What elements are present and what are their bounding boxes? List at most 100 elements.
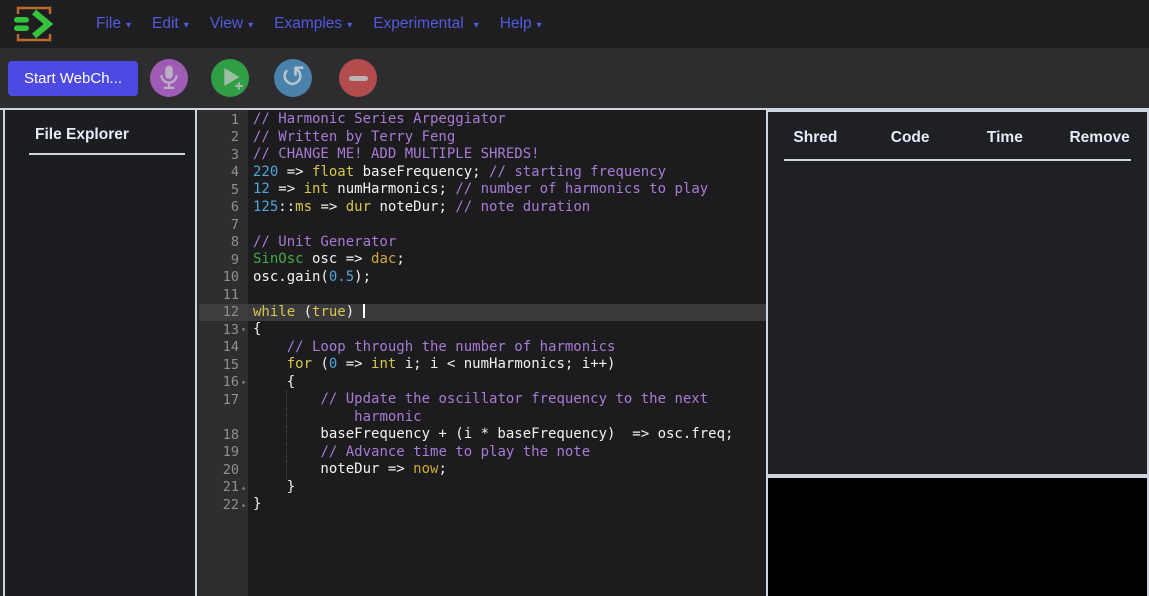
fold-toggle-icon[interactable]: ▴: [239, 483, 248, 492]
line-number: 9: [199, 251, 248, 269]
fold-toggle-icon[interactable]: ▾: [239, 325, 248, 334]
line-number: 4: [199, 164, 248, 182]
play-add-shred-icon: [213, 60, 247, 97]
code-line[interactable]: SinOsc osc => dac;: [248, 251, 766, 269]
code-line[interactable]: noteDur => now;: [248, 461, 766, 479]
menu-items: File▾Edit▾View▾Examples▾Experimental▾Hel…: [75, 15, 542, 33]
fold-toggle-icon[interactable]: ▾: [239, 378, 248, 387]
menu-item-experimental[interactable]: Experimental ▾: [373, 15, 479, 33]
remove-shred-icon: [349, 76, 368, 81]
shred-column-header-time: Time: [958, 129, 1053, 147]
shred-column-header-shred: Shred: [768, 129, 863, 147]
line-number: 11: [199, 286, 248, 304]
line-number: 6: [199, 199, 248, 217]
chevron-down-icon: ▾: [537, 20, 542, 31]
line-number: 14: [199, 339, 248, 357]
code-line[interactable]: // Update the oscillator frequency to th…: [248, 391, 766, 409]
chevron-down-icon: ▾: [184, 20, 189, 31]
code-line[interactable]: [248, 286, 766, 304]
file-explorer-title: File Explorer: [5, 110, 195, 144]
indent-guide: [286, 391, 287, 409]
remove-shred-button[interactable]: [339, 59, 377, 97]
code-line[interactable]: for (0 => int i; i < numHarmonics; i++): [248, 356, 766, 374]
line-number: 1: [199, 111, 248, 129]
menu-item-label: Edit: [152, 15, 179, 33]
microphone-icon: [152, 60, 186, 97]
code-line[interactable]: 12 => int numHarmonics; // number of har…: [248, 181, 766, 199]
menu-item-edit[interactable]: Edit ▾: [152, 15, 189, 33]
file-explorer-panel[interactable]: File Explorer: [3, 110, 197, 596]
code-line[interactable]: // Unit Generator: [248, 234, 766, 252]
indent-guide: [286, 426, 287, 444]
code-line[interactable]: {: [248, 374, 766, 392]
indent-guide: [286, 444, 287, 462]
line-number: 16▾: [199, 374, 248, 392]
main-area: File Explorer 12345678910111213▾141516▾1…: [0, 108, 1149, 596]
editor-gutter: 12345678910111213▾141516▾1718192021▴22▴: [199, 110, 248, 596]
shred-table-divider: [784, 159, 1131, 161]
microphone-button[interactable]: [150, 59, 188, 97]
menu-item-label: Help: [500, 15, 532, 33]
menu-item-view[interactable]: View▾: [210, 15, 253, 33]
code-line[interactable]: harmonic: [248, 409, 766, 427]
code-line[interactable]: baseFrequency + (i * baseFrequency) => o…: [248, 426, 766, 444]
replace-shred-button[interactable]: ↺: [274, 59, 312, 97]
replace-shred-icon: ↺: [280, 63, 305, 93]
line-number: 19: [199, 444, 248, 462]
shred-column-header-remove: Remove: [1052, 129, 1147, 147]
code-line[interactable]: }: [248, 496, 766, 514]
menu-item-help[interactable]: Help ▾: [500, 15, 542, 33]
code-line[interactable]: 220 => float baseFrequency; // starting …: [248, 164, 766, 182]
line-number: 10: [199, 269, 248, 287]
line-number: 18: [199, 426, 248, 444]
play-add-shred-button[interactable]: [211, 59, 249, 97]
code-line[interactable]: }: [248, 479, 766, 497]
line-number: 17: [199, 391, 248, 409]
console-output-panel[interactable]: [766, 476, 1149, 596]
menu-item-file[interactable]: File ▾: [96, 15, 131, 33]
shred-column-header-code: Code: [863, 129, 958, 147]
chevron-down-icon: ▾: [126, 20, 131, 31]
chevron-down-icon: ▾: [347, 20, 352, 31]
file-explorer-divider: [29, 153, 185, 155]
code-line[interactable]: // Written by Terry Feng: [248, 129, 766, 147]
line-number: 2: [199, 129, 248, 147]
menu-item-label: View: [210, 15, 243, 33]
shred-table-headers: ShredCodeTimeRemove: [768, 112, 1147, 147]
menubar: File▾Edit▾View▾Examples▾Experimental▾Hel…: [0, 0, 1149, 48]
code-editor[interactable]: 12345678910111213▾141516▾1718192021▴22▴ …: [199, 110, 766, 596]
line-number: 13▾: [199, 321, 248, 339]
line-number: 20: [199, 461, 248, 479]
shred-table-panel: ShredCodeTimeRemove: [766, 110, 1149, 476]
code-line[interactable]: // Loop through the number of harmonics: [248, 339, 766, 357]
fold-toggle-icon[interactable]: ▴: [239, 500, 248, 509]
indent-guide: [286, 409, 287, 427]
code-line[interactable]: [248, 216, 766, 234]
line-number: 8: [199, 234, 248, 252]
line-number: 22▴: [199, 496, 248, 514]
line-number: 5: [199, 181, 248, 199]
code-line[interactable]: // Harmonic Series Arpeggiator: [248, 111, 766, 129]
indent-guide: [286, 461, 287, 479]
code-line[interactable]: 125::ms => dur noteDur; // note duration: [248, 199, 766, 217]
text-cursor: [363, 304, 365, 318]
menu-item-label: File: [96, 15, 121, 33]
editor-code[interactable]: // Harmonic Series Arpeggiator// Written…: [248, 110, 766, 596]
line-number: 12: [199, 304, 248, 322]
menu-item-label: Experimental: [373, 15, 463, 33]
line-number: 3: [199, 146, 248, 164]
toolbar: Start WebCh... ↺ now: 00:00:00: [0, 48, 1149, 108]
chevron-down-icon: ▾: [474, 20, 479, 31]
start-webchuck-button[interactable]: Start WebCh...: [8, 61, 138, 96]
line-number: [199, 409, 248, 427]
code-line[interactable]: // Advance time to play the note: [248, 444, 766, 462]
chuck-logo-icon: [9, 4, 59, 44]
code-line[interactable]: while (true): [248, 304, 766, 322]
code-line[interactable]: {: [248, 321, 766, 339]
line-number: 7: [199, 216, 248, 234]
line-number: 21▴: [199, 479, 248, 497]
code-line[interactable]: // CHANGE ME! ADD MULTIPLE SHREDS!: [248, 146, 766, 164]
menu-item-examples[interactable]: Examples▾: [274, 15, 352, 33]
line-number: 15: [199, 356, 248, 374]
code-line[interactable]: osc.gain(0.5);: [248, 269, 766, 287]
